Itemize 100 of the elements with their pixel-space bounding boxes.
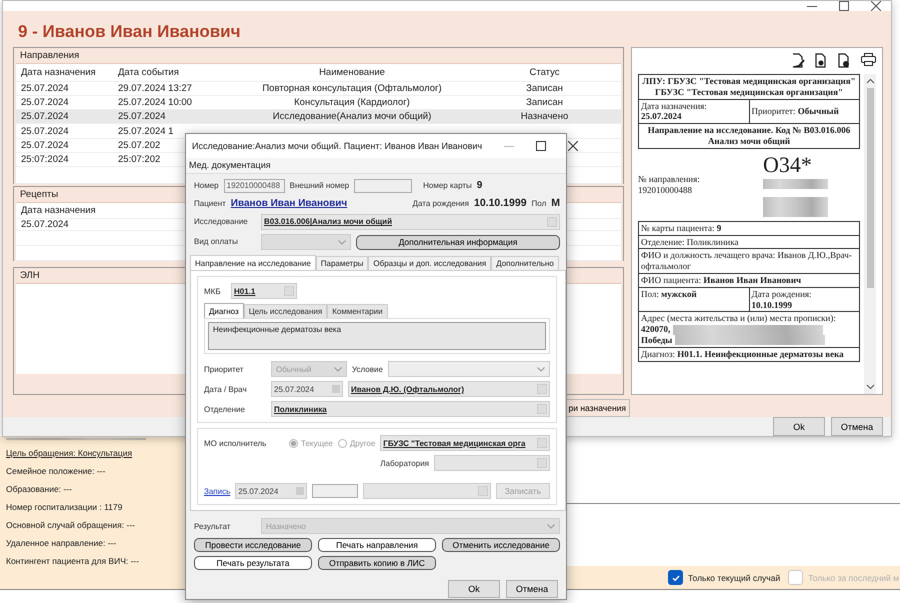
document-text: Победы (641, 334, 672, 346)
field-label: МКБ (204, 286, 222, 296)
record-field[interactable] (363, 483, 491, 500)
doctor-field[interactable]: Иванов Д.Ю. (Офтальмолог) (348, 381, 550, 398)
document-text: Приоритет: Обычный (752, 106, 839, 117)
patient-title: 9 - Иванов Иван Иванович (17, 21, 242, 43)
action-button[interactable]: Печать результата (194, 556, 312, 570)
tab[interactable]: Образцы и доп. исследования (368, 256, 492, 270)
laboratory-field[interactable] (434, 455, 550, 472)
department-field[interactable]: Поликлиника (271, 401, 550, 418)
number-field[interactable]: 192010000488 (224, 179, 285, 193)
table-cell-text: 25:07:2024 (20, 154, 70, 166)
diagnosis-field[interactable]: Неинфекционные дерматозы века (208, 322, 546, 350)
column-header: Дата события (117, 66, 180, 78)
time-field[interactable] (312, 484, 358, 498)
action-button[interactable]: Печать направления (318, 538, 436, 552)
chevron-down-icon (338, 240, 346, 244)
action-button[interactable]: Отменить исследование (442, 538, 560, 552)
table-cell-text: Записан (525, 82, 564, 94)
field-label: Условие (352, 364, 383, 374)
record-link[interactable]: Запись (204, 486, 230, 496)
table-cell-text: 25.07.2024 (20, 97, 70, 108)
dialog-button[interactable]: Отмена (506, 580, 558, 598)
field-label: Дата / Врач (204, 384, 248, 394)
table-cell-text: 25.07.2024 (20, 126, 70, 137)
document-export-icon[interactable] (815, 53, 828, 68)
document-text: Пол: мужской (641, 288, 697, 299)
tab[interactable]: Параметры (316, 256, 368, 270)
field-label: Исследование (194, 217, 249, 227)
table-cell-text: 25.07.2024 (20, 111, 70, 122)
table-cell-text: 25.07.2024 (20, 218, 70, 230)
info-text: Основной случай обращения: --- (6, 520, 136, 530)
chevron-down-icon[interactable] (866, 384, 874, 390)
table-cell-text: Исследование(Анализ мочи общий) (272, 111, 432, 122)
column-header: Дата назначения (20, 66, 97, 78)
action-button[interactable]: Провести исследование (194, 538, 312, 552)
dialog-button[interactable]: Отмена (831, 417, 883, 436)
assignment-button[interactable]: ри назначения (564, 399, 630, 417)
document-edit-icon[interactable] (792, 53, 805, 68)
tab[interactable]: Комментарии (327, 304, 388, 318)
table-cell-text: 25.07.2024 (20, 140, 70, 151)
document-text: Направление на исследование. Код № B03.016.006 Анализ мочи общий (646, 124, 852, 148)
close-icon[interactable] (871, 1, 881, 11)
table-cell-text: Повторная консультация (Офтальмолог) (261, 82, 443, 94)
close-icon[interactable] (568, 141, 578, 151)
radio-button[interactable] (289, 438, 298, 448)
tab[interactable]: Направление на исследование (190, 255, 316, 270)
scrollbar[interactable] (864, 74, 876, 394)
study-field[interactable]: B03.016.006|Анализ мочи общий (261, 214, 560, 230)
chevron-down-icon (537, 366, 545, 372)
dialog-button[interactable]: Ok (773, 417, 825, 436)
field-label: Результат (194, 522, 232, 531)
info-button[interactable]: Дополнительная информация (356, 234, 560, 250)
action-button[interactable]: Отправить копию в ЛИС (318, 556, 436, 570)
external-number-field[interactable] (354, 179, 412, 193)
chevron-down-icon (334, 366, 342, 372)
document-text: Адрес (места жительства и (или) места прописки): (641, 313, 837, 324)
document-text: 10.10.1999 (752, 300, 793, 310)
table-cell-text: 25:07:202 (117, 154, 162, 166)
tab[interactable]: Дополнительно (491, 256, 559, 270)
info-text: Образование: --- (6, 484, 73, 494)
column-header: Статус (528, 66, 561, 78)
document-text: № карты пациента: 9 (639, 222, 859, 236)
checkbox-label: Только за последний м (808, 572, 899, 582)
tab[interactable]: Диагноз (204, 303, 244, 318)
document-text: Дата назначения: (641, 100, 708, 112)
field-label: Приоритет (204, 364, 244, 374)
document-text: № направления: (638, 174, 701, 185)
table-cell-text: Консультация (Кардиолог) (293, 97, 411, 108)
document-text: 25.07.2024 (641, 111, 682, 122)
document-delete-icon[interactable] (838, 53, 851, 68)
table-cell-text: 29.07.2024 13:27 (117, 82, 193, 94)
tab[interactable]: Цель исследования (244, 304, 328, 318)
purpose-link[interactable]: Цель обращения: Консультация (6, 448, 187, 458)
info-text: Контингент пациента для ВИЧ: --- (6, 556, 140, 566)
field-label: Лаборатория (380, 458, 429, 468)
radio-label: Текущее (301, 438, 333, 448)
column-header: Дата назначения (20, 204, 97, 216)
date-field[interactable]: 25.07.2024 (271, 381, 343, 398)
column-header: Наименование (318, 66, 386, 78)
table-cell-text: Назначено (520, 111, 570, 122)
field-label: Отделение (204, 404, 246, 414)
print-icon[interactable] (861, 53, 876, 66)
info-text: Удаленное направление: --- (6, 538, 118, 548)
table-cell-text: 25.07.2024 1 (117, 126, 174, 137)
mkb-field[interactable]: H01.1 (231, 283, 297, 300)
maximize-icon[interactable] (536, 141, 546, 151)
radio-button[interactable] (338, 438, 347, 448)
menu-item[interactable]: Мед. документация (189, 160, 271, 171)
checkbox[interactable] (668, 570, 684, 585)
organization-field[interactable]: ГБУЗС "Тестовая медицинская орга (380, 435, 550, 452)
checkbox-label: Только текущий случай (688, 572, 780, 582)
dialog-button[interactable]: Ok (448, 580, 500, 598)
document-text: ФИО и должность лечащего врача: Иванов Д.Ю.,Врач-офтальмолог (639, 249, 859, 274)
chevron-up-icon[interactable] (866, 78, 874, 84)
table-row[interactable]: 25.07.2024 25.07.2024 Исследование(Анализ мочи общий) Назначено (16, 110, 621, 124)
table-row[interactable]: 25.07.2024 29.07.2024 13:27 Повторная консультация (Офтальмолог) Записан (16, 82, 621, 96)
maximize-icon[interactable] (839, 1, 849, 11)
document-text: Дата рождения: (752, 288, 813, 300)
date-field[interactable]: 25.07.2024 (235, 483, 308, 500)
